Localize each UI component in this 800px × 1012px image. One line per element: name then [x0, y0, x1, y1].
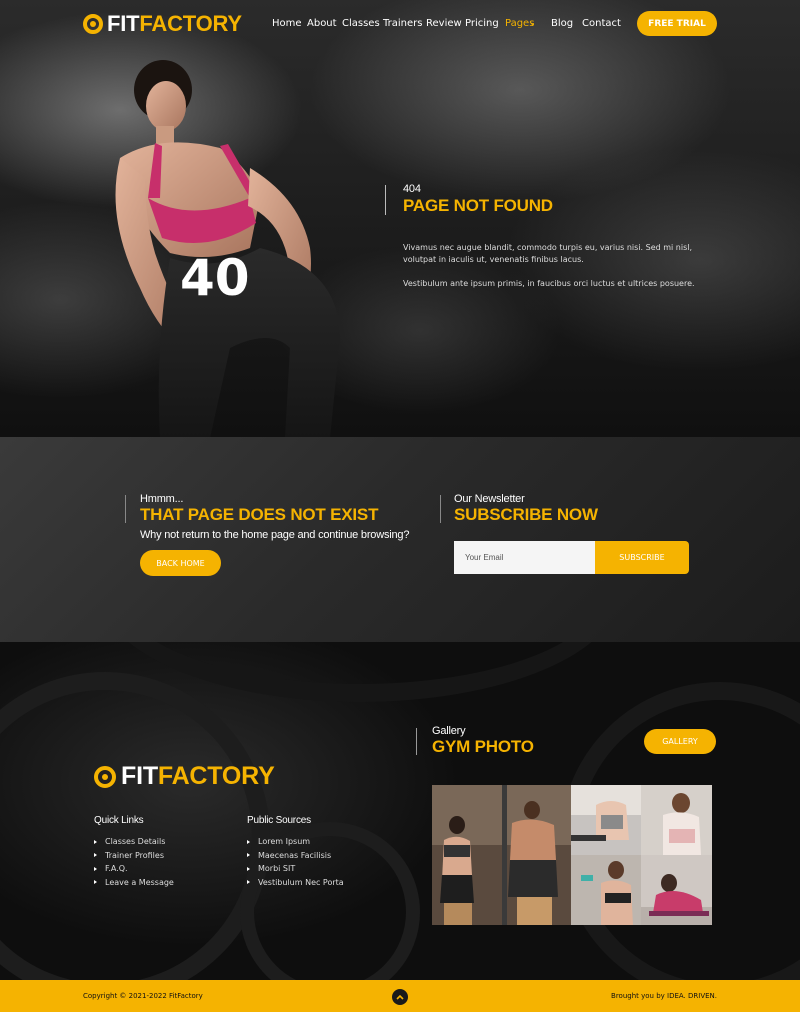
- nav-pricing[interactable]: Pricing: [465, 18, 499, 29]
- public-sources-title: Public Sources: [247, 815, 311, 826]
- logo-text-fit: FIT: [107, 11, 140, 36]
- back-home-button[interactable]: BACK HOME: [140, 550, 221, 576]
- gallery-photo-box-jump[interactable]: [432, 785, 571, 925]
- weight-plate-decoration: [0, 672, 270, 980]
- newsletter-email-input[interactable]: [454, 541, 595, 574]
- logo-text-factory: FACTORY: [157, 762, 275, 790]
- gallery-photo-plank[interactable]: [641, 855, 712, 925]
- gallery-button[interactable]: GALLERY: [644, 729, 716, 754]
- credit-text: Brought you by IDEA. DRIVEN.: [611, 992, 717, 1000]
- quick-links-title: Quick Links: [94, 815, 144, 826]
- notice-title: THAT PAGE DOES NOT EXIST: [140, 505, 379, 524]
- heading-divider: [440, 495, 441, 523]
- gallery-photo-trainer[interactable]: [641, 785, 712, 855]
- notice-small-heading: Hmmm...: [140, 493, 184, 505]
- gym-photo-gallery: [432, 785, 712, 925]
- nav-review[interactable]: Review: [426, 18, 462, 29]
- caret-right-icon: [247, 853, 250, 858]
- quick-link-item[interactable]: Trainer Profiles: [94, 849, 174, 863]
- nav-home[interactable]: Home: [272, 18, 302, 29]
- hero-section: FIT FACTORY Home About Classes Trainers …: [0, 0, 800, 437]
- error-paragraph-2: Vestibulum ante ipsum primis, in faucibu…: [403, 279, 695, 288]
- caret-right-icon: [247, 866, 250, 871]
- subscribe-button[interactable]: SUBSCRIBE: [595, 541, 689, 574]
- newsletter-title: SUBSCRIBE NOW: [454, 505, 598, 524]
- footer-logo[interactable]: FIT FACTORY: [94, 762, 275, 791]
- nav-classes[interactable]: Classes: [342, 18, 380, 29]
- public-source-item[interactable]: Lorem Ipsum: [247, 835, 344, 849]
- quick-links-list: Classes Details Trainer Profiles F.A.Q. …: [94, 835, 174, 889]
- caret-right-icon: [247, 880, 250, 885]
- error-paragraph-1: Vivamus nec augue blandit, commodo turpi…: [403, 243, 693, 264]
- copyright-text: Copyright © 2021-2022 FitFactory: [83, 992, 203, 1000]
- public-source-item[interactable]: Maecenas Facilisis: [247, 849, 344, 863]
- nav-contact[interactable]: Contact: [582, 18, 621, 29]
- newsletter-small-heading: Our Newsletter: [454, 493, 525, 505]
- caret-right-icon: [94, 880, 97, 885]
- error-heading-bar: [385, 185, 403, 215]
- athlete-woman-image: 40: [115, 60, 340, 437]
- quick-link-item[interactable]: Leave a Message: [94, 876, 174, 890]
- watermark-404: 40: [180, 249, 250, 307]
- nav-about[interactable]: About: [307, 18, 337, 29]
- gallery-title: GYM PHOTO: [432, 737, 534, 756]
- site-logo[interactable]: FIT FACTORY: [83, 11, 242, 37]
- error-code: 404: [403, 183, 421, 195]
- caret-right-icon: [94, 853, 97, 858]
- caret-right-icon: [94, 866, 97, 871]
- top-navigation: FIT FACTORY Home About Classes Trainers …: [0, 0, 800, 48]
- gallery-photo-dumbbells[interactable]: [571, 855, 641, 925]
- public-source-item[interactable]: Vestibulum Nec Porta: [247, 876, 344, 890]
- logo-text-factory: FACTORY: [139, 11, 242, 36]
- gallery-small-heading: Gallery: [432, 725, 466, 737]
- caret-right-icon: [247, 839, 250, 844]
- page-not-found-title: PAGE NOT FOUND: [403, 196, 553, 215]
- heading-divider: [416, 728, 417, 755]
- quick-link-item[interactable]: Classes Details: [94, 835, 174, 849]
- logo-text-fit: FIT: [121, 762, 158, 790]
- bottom-bar: Copyright © 2021-2022 FitFactory Brought…: [0, 980, 800, 1012]
- scroll-to-top-button[interactable]: [392, 989, 408, 1005]
- chevron-down-icon[interactable]: ⌄: [529, 18, 536, 27]
- logo-target-icon: [83, 14, 103, 34]
- nav-blog[interactable]: Blog: [551, 18, 573, 29]
- caret-right-icon: [94, 839, 97, 844]
- logo-target-icon: [94, 765, 116, 788]
- public-source-item[interactable]: Morbi SIT: [247, 862, 344, 876]
- public-sources-list: Lorem Ipsum Maecenas Facilisis Morbi SIT…: [247, 835, 344, 889]
- notice-subtitle: Why not return to the home page and cont…: [140, 529, 410, 541]
- heading-divider: [125, 495, 126, 523]
- nav-trainers[interactable]: Trainers: [383, 18, 422, 29]
- gallery-photo-gym-workout[interactable]: [571, 785, 641, 855]
- chevron-up-icon: [396, 994, 404, 1000]
- free-trial-button[interactable]: FREE TRIAL: [637, 11, 717, 36]
- quick-link-item[interactable]: F.A.Q.: [94, 862, 174, 876]
